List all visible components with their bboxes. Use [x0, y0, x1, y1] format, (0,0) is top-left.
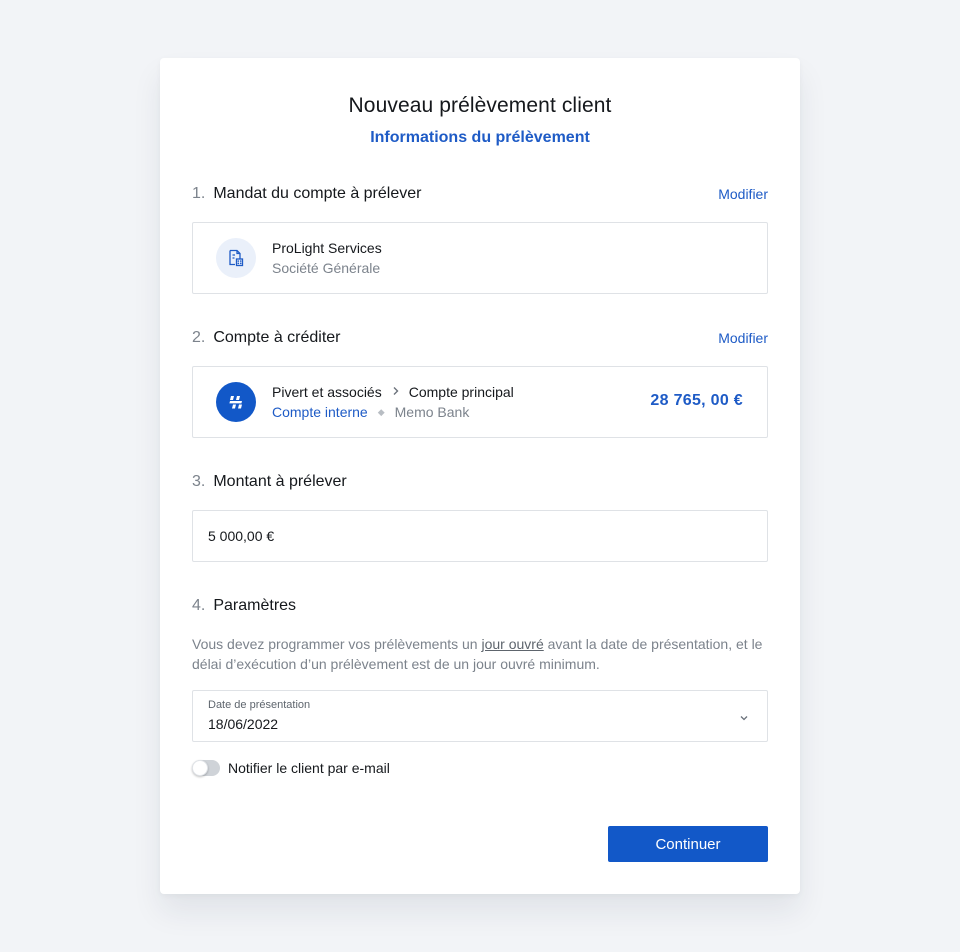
section-number: 2.: [192, 329, 206, 346]
modify-mandate-button[interactable]: Modifier: [718, 186, 768, 202]
document-building-icon: [216, 238, 256, 278]
section-number: 3.: [192, 473, 206, 490]
params-description: Vous devez programmer vos prélèvements u…: [192, 634, 772, 674]
mandate-bank: Société Générale: [272, 260, 381, 276]
toggle-knob: [192, 760, 208, 776]
notify-client-toggle[interactable]: Notifier le client par e-mail: [192, 758, 390, 778]
account-bank: Memo Bank: [394, 404, 470, 420]
credit-account-card[interactable]: Pivert et associés Compte principal Comp…: [192, 366, 768, 438]
debit-dialog: Nouveau prélèvement client Informations …: [160, 58, 800, 894]
business-day-link[interactable]: jour ouvré: [481, 636, 543, 652]
section-params-header: 4. Paramètres: [192, 594, 768, 618]
date-field-value: 18/06/2022: [208, 716, 279, 732]
dialog-title: Nouveau prélèvement client: [348, 94, 612, 117]
section-title: Compte à créditer: [213, 329, 341, 346]
mandate-name: ProLight Services: [272, 240, 382, 256]
amount-input[interactable]: [192, 510, 768, 562]
section-number: 1.: [192, 185, 206, 202]
section-number: 4.: [192, 597, 206, 614]
account-meta: Compte interne ◆ Memo Bank: [272, 404, 469, 420]
modify-credit-account-button[interactable]: Modifier: [718, 330, 768, 346]
toggle-switch[interactable]: [192, 760, 220, 776]
account-path: Pivert et associés Compte principal: [272, 384, 514, 400]
dot-separator-icon: ◆: [377, 406, 385, 417]
notify-client-label: Notifier le client par e-mail: [228, 760, 390, 776]
params-text-before: Vous devez programmer vos prélèvements u…: [192, 636, 482, 652]
section-amount-header: 3. Montant à prélever: [192, 470, 768, 494]
mandate-card[interactable]: ProLight Services Société Générale: [192, 222, 768, 294]
section-title: Montant à prélever: [213, 473, 347, 490]
chevron-right-icon: [392, 385, 400, 399]
account-balance: 28 765, 00 €: [650, 392, 743, 409]
account-name: Compte principal: [408, 384, 514, 400]
section-title: Mandat du compte à prélever: [213, 185, 422, 202]
section-credit-header: 2. Compte à créditer Modifier: [192, 326, 768, 350]
account-type: Compte interne: [272, 404, 368, 420]
date-field-label: Date de présentation: [208, 699, 311, 711]
dialog-subtitle: Informations du prélèvement: [370, 129, 590, 146]
account-owner: Pivert et associés: [272, 384, 382, 400]
continue-button[interactable]: Continuer: [608, 826, 768, 862]
section-title: Paramètres: [213, 597, 297, 614]
chevron-down-icon: [739, 710, 749, 728]
section-mandate-header: 1. Mandat du compte à prélever Modifier: [192, 182, 768, 206]
presentation-date-select[interactable]: Date de présentation 18/06/2022: [192, 690, 768, 742]
memo-bank-logo-icon: [216, 382, 256, 422]
